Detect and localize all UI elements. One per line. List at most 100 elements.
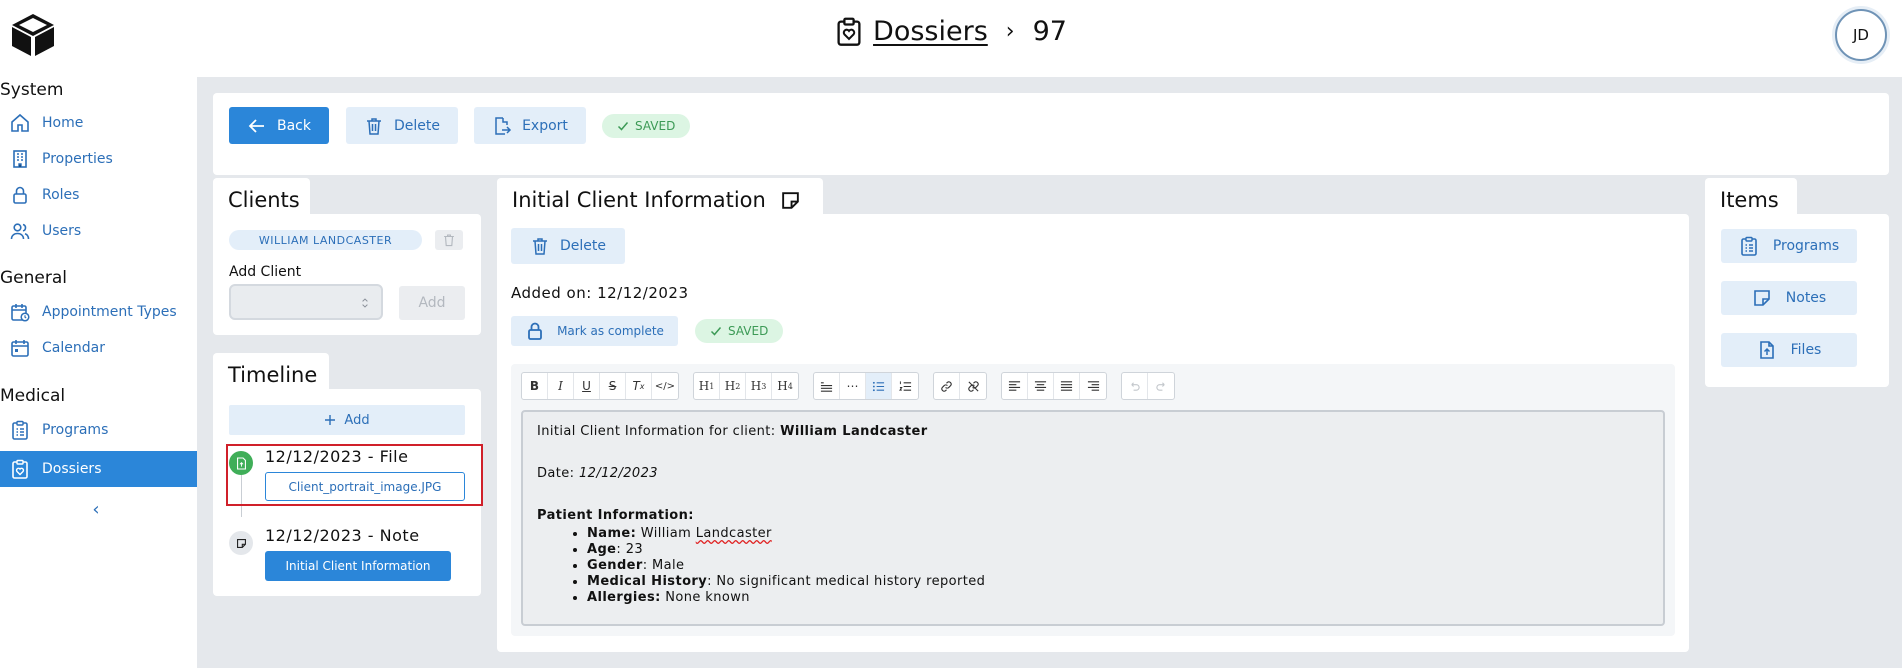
note-icon bbox=[236, 538, 246, 548]
check-icon bbox=[617, 122, 629, 131]
editor-toolbar: B I U S Tx </> H1 H2 H3 H4 ⋯ bbox=[521, 372, 1189, 400]
field-value: : No significant medical history reporte… bbox=[707, 574, 986, 589]
sidebar-item-dossiers[interactable]: Dossiers bbox=[0, 451, 197, 487]
align-justify-button[interactable] bbox=[1054, 373, 1080, 399]
timeline-add-button[interactable]: Add bbox=[229, 405, 465, 435]
editor-patient-heading: Patient Information: bbox=[537, 508, 1649, 524]
timeline-note-button[interactable]: Initial Client Information bbox=[265, 551, 451, 581]
back-button[interactable]: Back bbox=[229, 107, 329, 144]
clear-format-button[interactable]: Tx bbox=[626, 373, 652, 399]
align-group bbox=[1001, 372, 1107, 400]
horizontal-rule-button[interactable]: ⋯ bbox=[840, 373, 866, 399]
heading-2-button[interactable]: H2 bbox=[720, 373, 746, 399]
sidebar-item-label: Calendar bbox=[42, 340, 105, 356]
breadcrumb-current: 97 bbox=[1032, 16, 1067, 47]
items-notes-button[interactable]: Notes bbox=[1721, 281, 1857, 315]
items-notes-label: Notes bbox=[1785, 290, 1827, 306]
blockquote-button[interactable] bbox=[814, 373, 840, 399]
blockquote-icon bbox=[820, 381, 833, 392]
note-icon bbox=[1753, 290, 1770, 306]
user-avatar[interactable]: JD bbox=[1835, 9, 1887, 61]
items-programs-button[interactable]: Programs bbox=[1721, 229, 1857, 263]
sidebar-item-roles[interactable]: Roles bbox=[0, 177, 197, 213]
link-icon bbox=[941, 380, 952, 392]
link-button[interactable] bbox=[934, 373, 960, 399]
sidebar-section-system: System bbox=[0, 80, 64, 100]
content-text: Initial Client Information for client: bbox=[537, 424, 781, 439]
sidebar-item-properties[interactable]: Properties bbox=[0, 141, 197, 177]
sidebar-item-users[interactable]: Users bbox=[0, 213, 197, 249]
content-date: 12/12/2023 bbox=[578, 466, 658, 481]
calendar-icon bbox=[11, 340, 29, 357]
editor-line-client: Initial Client Information for client: W… bbox=[537, 424, 1649, 440]
saved-status-badge: SAVED bbox=[602, 114, 691, 138]
align-right-button[interactable] bbox=[1080, 373, 1106, 399]
field-label: Age bbox=[587, 542, 617, 557]
heading-3-button[interactable]: H3 bbox=[746, 373, 772, 399]
link-group bbox=[933, 372, 987, 400]
strike-button[interactable]: S bbox=[600, 373, 626, 399]
items-files-label: Files bbox=[1790, 342, 1822, 358]
ordered-list-button[interactable] bbox=[892, 373, 918, 399]
sidebar-item-label: Home bbox=[42, 115, 84, 131]
remove-client-button bbox=[435, 230, 463, 250]
bullet-list-button[interactable] bbox=[866, 373, 892, 399]
note-icon[interactable] bbox=[780, 190, 801, 211]
underline-button[interactable]: U bbox=[574, 373, 600, 399]
delete-note-button[interactable]: Delete bbox=[511, 228, 625, 264]
undo-button[interactable] bbox=[1122, 373, 1148, 399]
clipboard-heart-icon bbox=[12, 459, 28, 479]
field-label: Medical History bbox=[587, 574, 708, 589]
note-title: Initial Client Information bbox=[512, 188, 766, 212]
sidebar-item-calendar[interactable]: Calendar bbox=[0, 330, 197, 366]
timeline-file-button[interactable]: Client_portrait_image.JPG bbox=[265, 472, 465, 501]
sidebar-item-appointment-types[interactable]: Appointment Types bbox=[0, 294, 197, 330]
saved-label: SAVED bbox=[635, 119, 676, 133]
add-client-button[interactable]: Add bbox=[399, 286, 465, 320]
dossier-toolbar: Back Delete Export SAVED bbox=[213, 93, 1889, 175]
plus-icon bbox=[325, 415, 336, 425]
heading-1-button[interactable]: H1 bbox=[694, 373, 720, 399]
timeline-panel: Add 12/12/2023 - File Client_portrait_im… bbox=[213, 389, 483, 596]
items-files-button[interactable]: Files bbox=[1721, 333, 1857, 367]
heading-4-button[interactable]: H4 bbox=[772, 373, 798, 399]
editor-content[interactable]: Initial Client Information for client: W… bbox=[521, 410, 1665, 626]
list-item: Name: William Landcaster bbox=[587, 526, 1649, 542]
note-panel: Delete Added on: 12/12/2023 Mark as comp… bbox=[497, 214, 1689, 652]
timeline-entry-title: 12/12/2023 - File bbox=[265, 447, 409, 466]
timeline-add-label: Add bbox=[344, 412, 370, 428]
timeline-title: Timeline bbox=[228, 363, 318, 387]
code-button[interactable]: </> bbox=[652, 373, 678, 399]
bold-button[interactable]: B bbox=[522, 373, 548, 399]
format-group: B I U S Tx </> bbox=[521, 372, 679, 400]
italic-button[interactable]: I bbox=[548, 373, 574, 399]
main-content: Back Delete Export SAVED Clients WILLIAM… bbox=[197, 77, 1902, 668]
align-left-button[interactable] bbox=[1002, 373, 1028, 399]
field-value: None known bbox=[660, 590, 750, 605]
sidebar-collapse-button[interactable]: ‹ bbox=[88, 501, 104, 519]
list-item: Gender: Male bbox=[587, 558, 1649, 574]
field-label: Name: bbox=[587, 526, 637, 541]
clipboard-heart-icon bbox=[837, 17, 861, 46]
align-center-button[interactable] bbox=[1028, 373, 1054, 399]
clipboard-icon bbox=[1741, 236, 1757, 256]
sidebar-item-programs[interactable]: Programs bbox=[0, 412, 197, 448]
field-label: Allergies: bbox=[587, 590, 661, 605]
client-chip[interactable]: WILLIAM LANDCASTER bbox=[229, 230, 422, 250]
back-button-label: Back bbox=[277, 117, 311, 134]
trash-icon bbox=[444, 234, 454, 247]
sidebar-item-home[interactable]: Home bbox=[0, 105, 197, 141]
sidebar-item-label: Roles bbox=[42, 187, 80, 203]
mark-complete-button[interactable]: Mark as complete bbox=[511, 316, 678, 346]
add-client-select[interactable] bbox=[229, 284, 383, 320]
editor-line-date: Date: 12/12/2023 bbox=[537, 466, 1649, 482]
align-left-icon bbox=[1008, 380, 1021, 391]
delete-dossier-button[interactable]: Delete bbox=[346, 107, 458, 144]
redo-button[interactable] bbox=[1148, 373, 1174, 399]
check-icon bbox=[710, 327, 722, 336]
block-group: ⋯ bbox=[813, 372, 919, 400]
breadcrumb-dossiers-link[interactable]: Dossiers bbox=[873, 16, 988, 47]
export-button[interactable]: Export bbox=[474, 107, 586, 144]
align-right-icon bbox=[1087, 380, 1099, 391]
unlink-button[interactable] bbox=[960, 373, 986, 399]
